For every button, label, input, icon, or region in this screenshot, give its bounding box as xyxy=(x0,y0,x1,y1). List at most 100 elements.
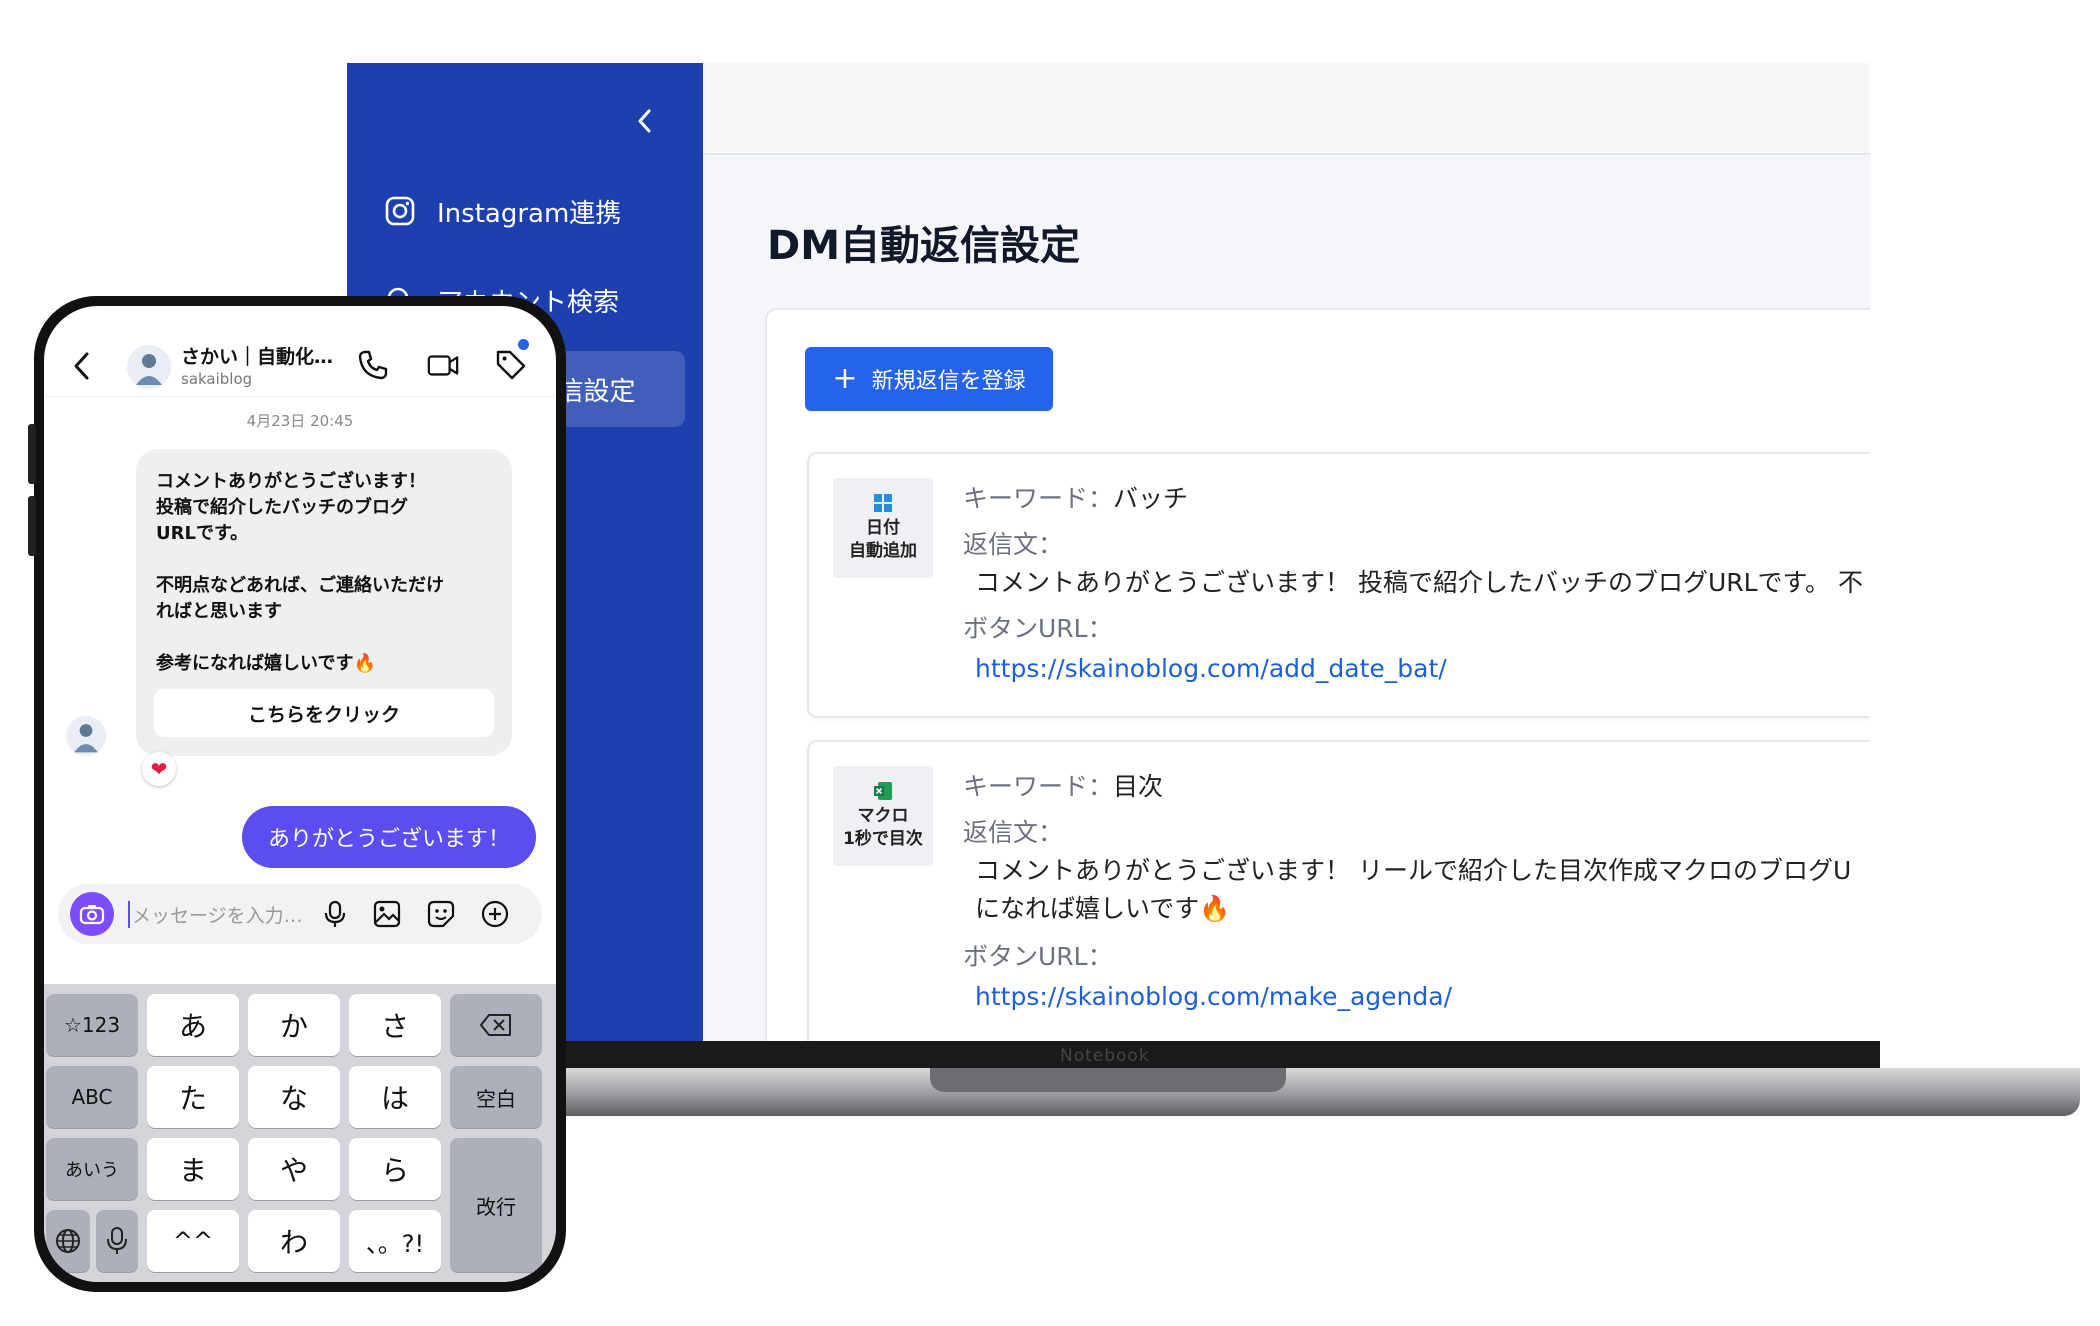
reply-label: 返信文： xyxy=(963,530,1064,559)
reply-label: 返信文： xyxy=(963,818,1064,847)
microphone-icon xyxy=(107,1227,127,1254)
new-reply-button[interactable]: + 新規返信を登録 xyxy=(805,347,1053,411)
camera-button[interactable] xyxy=(70,892,114,936)
outgoing-message-bubble: ありがとうございます！ xyxy=(242,806,536,868)
key-wa[interactable]: わ xyxy=(248,1210,340,1272)
keyword-value: バッチ xyxy=(1113,484,1189,513)
thumb-line1: マクロ xyxy=(857,806,909,827)
sidebar-item-instagram[interactable]: Instagram連携 xyxy=(367,173,685,249)
key-na[interactable]: な xyxy=(248,1066,340,1128)
incoming-message-bubble: コメントありがとうございます！ 投稿で紹介したバッチのブログ URLです。 不明… xyxy=(136,449,512,756)
keyboard: ☆123 あ か さ ABC た な は 空白 あいう ま や ら 改行 ^^ … xyxy=(44,984,556,1282)
button-url-link[interactable]: https://skainoblog.com/add_date_bat/ xyxy=(975,656,1447,681)
key-punctuation[interactable]: 、。?! xyxy=(349,1210,441,1272)
windows-icon xyxy=(874,494,892,513)
key-ka[interactable]: か xyxy=(248,994,340,1056)
microphone-icon[interactable] xyxy=(320,899,350,929)
reply-text-cont: になれば嬉しいです🔥 xyxy=(975,894,1231,923)
click-here-button[interactable]: こちらをクリック xyxy=(154,689,494,737)
message-line: URLです。 xyxy=(156,523,249,544)
back-icon[interactable] xyxy=(72,350,92,382)
laptop-notch xyxy=(930,1068,1286,1092)
message-line: コメントありがとうございます！ xyxy=(156,471,426,492)
sticker-icon[interactable] xyxy=(426,899,456,929)
key-ha[interactable]: は xyxy=(349,1066,441,1128)
reply-text: コメントありがとうございます！ 投稿で紹介したバッチのブログURLです。 不 xyxy=(975,568,1863,597)
chat-name[interactable]: さかい｜自動化… xyxy=(181,342,333,369)
tag-icon[interactable] xyxy=(494,348,528,382)
plus-icon: + xyxy=(832,361,858,396)
laptop-brand: Notebook xyxy=(1060,1046,1150,1066)
reply-rule[interactable]: マクロ 1秒で目次 キーワード：目次 返信文： コメントありがとうございます！ … xyxy=(807,740,1870,1041)
button-url-label: ボタンURL： xyxy=(963,614,1113,643)
keyword-label: キーワード： xyxy=(963,772,1114,801)
main-panel: DM自動返信設定 + 新規返信を登録 日付 自動追加 キーワード：バッチ 返信文… xyxy=(703,63,1870,1041)
backspace-icon xyxy=(480,1014,511,1036)
instagram-icon xyxy=(383,194,417,228)
key-symbols[interactable]: ☆123 xyxy=(46,994,138,1056)
key-emoticon[interactable]: ^^ xyxy=(147,1210,239,1272)
phone-button xyxy=(28,424,36,484)
heart-reaction-icon[interactable]: ❤ xyxy=(142,752,176,786)
camera-icon xyxy=(79,905,105,925)
plus-circle-icon[interactable] xyxy=(480,899,510,929)
image-icon[interactable] xyxy=(372,899,402,929)
message-timestamp: 4月23日 20:45 xyxy=(246,412,354,430)
message-composer: メッセージを入力… xyxy=(58,884,542,944)
message-line: 参考になれば嬉しいです🔥 xyxy=(156,653,376,674)
notification-dot xyxy=(518,339,529,350)
reply-rule[interactable]: 日付 自動追加 キーワード：バッチ 返信文： コメントありがとうございます！ 投… xyxy=(807,452,1870,718)
laptop-screen: Instagram連携 アカウント検索 DM自動返信設定 DM自動返信設定 + … xyxy=(347,63,1870,1041)
key-return[interactable]: 改行 xyxy=(450,1138,542,1272)
thumb-line1: 日付 xyxy=(866,518,900,539)
phone-call-icon[interactable] xyxy=(356,348,390,382)
video-call-icon[interactable] xyxy=(426,348,460,382)
page-title: DM自動返信設定 xyxy=(767,223,1081,269)
sidebar-collapse-button[interactable] xyxy=(630,101,660,141)
key-kana[interactable]: あいう xyxy=(46,1138,138,1200)
chat-header: さかい｜自動化… sakaiblog xyxy=(44,306,556,397)
thumb-line2: 自動追加 xyxy=(849,541,917,561)
key-a[interactable]: あ xyxy=(147,994,239,1056)
thumb-line2: 1秒で目次 xyxy=(843,829,923,849)
excel-icon xyxy=(874,782,892,801)
globe-icon xyxy=(56,1229,80,1253)
button-url-link[interactable]: https://skainoblog.com/make_agenda/ xyxy=(975,984,1452,1009)
backspace-key[interactable] xyxy=(450,994,542,1056)
phone-button xyxy=(28,496,36,556)
chevron-left-icon xyxy=(638,109,651,133)
key-ma[interactable]: ま xyxy=(147,1138,239,1200)
top-bar xyxy=(703,63,1870,155)
message-input[interactable]: メッセージを入力… xyxy=(128,901,303,928)
keyword-label: キーワード： xyxy=(963,484,1114,513)
message-line: ればと思います xyxy=(156,601,282,622)
globe-key[interactable] xyxy=(46,1210,90,1272)
rule-thumbnail: マクロ 1秒で目次 xyxy=(833,766,933,866)
phone-screen: さかい｜自動化… sakaiblog 4月23日 20:45 コメントありがとう… xyxy=(44,306,556,1282)
avatar[interactable] xyxy=(125,343,173,391)
key-sa[interactable]: さ xyxy=(349,994,441,1056)
laptop-bezel xyxy=(540,1041,1880,1069)
rule-thumbnail: 日付 自動追加 xyxy=(833,478,933,578)
key-abc[interactable]: ABC xyxy=(46,1066,138,1128)
phone: さかい｜自動化… sakaiblog 4月23日 20:45 コメントありがとう… xyxy=(28,296,566,1292)
chat-handle: sakaiblog xyxy=(181,370,253,388)
sender-avatar[interactable] xyxy=(64,714,108,758)
laptop-base xyxy=(540,1068,2080,1116)
message-line: 不明点などあれば、ご連絡いただけ xyxy=(156,575,444,596)
dictation-key[interactable] xyxy=(96,1210,138,1272)
button-url-label: ボタンURL： xyxy=(963,942,1113,971)
reply-text: コメントありがとうございます！ リールで紹介した目次作成マクロのブログU xyxy=(975,856,1852,885)
key-ya[interactable]: や xyxy=(248,1138,340,1200)
key-ra[interactable]: ら xyxy=(349,1138,441,1200)
key-ta[interactable]: た xyxy=(147,1066,239,1128)
new-reply-button-label: 新規返信を登録 xyxy=(871,369,1026,394)
incoming-message-text: コメントありがとうございます！ 投稿で紹介したバッチのブログ URLです。 不明… xyxy=(156,469,501,677)
message-line: 投稿で紹介したバッチのブログ xyxy=(156,497,408,518)
key-space[interactable]: 空白 xyxy=(450,1066,542,1128)
auto-reply-card: + 新規返信を登録 日付 自動追加 キーワード：バッチ 返信文： コメントありが… xyxy=(765,308,1870,1041)
keyword-value: 目次 xyxy=(1113,772,1164,801)
sidebar-item-label: Instagram連携 xyxy=(437,198,622,229)
